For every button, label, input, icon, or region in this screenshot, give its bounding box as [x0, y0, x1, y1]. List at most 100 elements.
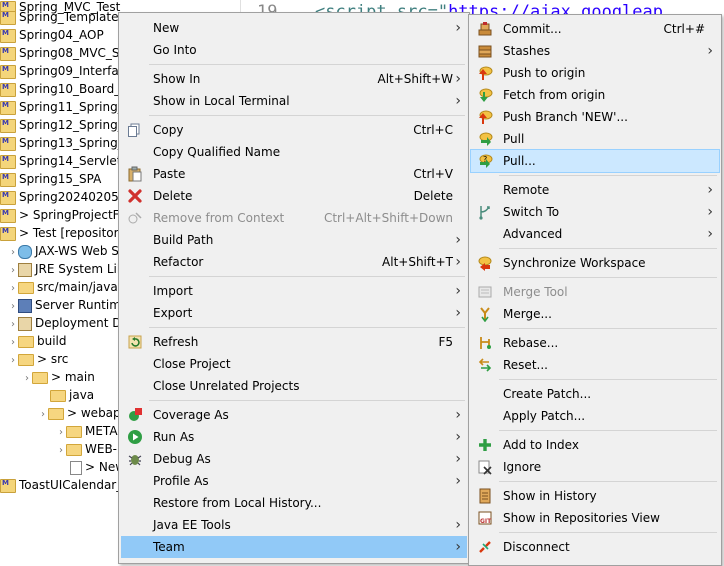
menu-item-label: Rebase...: [503, 336, 559, 350]
tree-item-spring11-spring[interactable]: Spring11_Spring_: [0, 98, 124, 116]
tree-item-jre-system-lib[interactable]: › JRE System Lib: [8, 260, 124, 278]
tree-item-spring04-aop[interactable]: Spring04_AOP: [0, 26, 104, 44]
menu-item-import[interactable]: Import ›: [121, 280, 467, 302]
menu-item-stashes[interactable]: Stashes ›: [471, 40, 719, 62]
menu-item-show-in-local-terminal[interactable]: Show in Local Terminal ›: [121, 90, 467, 112]
tree-item-server-runtime[interactable]: › Server Runtime: [8, 296, 128, 314]
menu-item-fetch-from-origin[interactable]: Fetch from origin: [471, 84, 719, 106]
menu-item-merge[interactable]: Merge...: [471, 303, 719, 325]
menu-item-rebase[interactable]: Rebase...: [471, 332, 719, 354]
tree-item-spring15-spa[interactable]: Spring15_SPA: [0, 170, 101, 188]
menu-item-synchronize-workspace[interactable]: Synchronize Workspace: [471, 252, 719, 274]
tree-item-meta[interactable]: › META: [56, 422, 118, 440]
tree-item-springprojectfo[interactable]: > SpringProjectFo: [0, 206, 126, 224]
repositories-icon: GIT: [477, 510, 493, 526]
menu-item-advanced[interactable]: Advanced ›: [471, 223, 719, 245]
menu-item-go-into[interactable]: Go Into: [121, 39, 467, 61]
shortcut-label: Ctrl+#: [663, 22, 705, 36]
menu-item-close-unrelated-projects[interactable]: Close Unrelated Projects: [121, 375, 467, 397]
tree-item-spring12-spring[interactable]: Spring12_Spring_: [0, 116, 124, 134]
menu-item-commit[interactable]: Commit... Ctrl+#: [471, 18, 719, 40]
menu-item-run-as[interactable]: Run As ›: [121, 426, 467, 448]
menu-item-label: Build Path: [153, 233, 214, 247]
shortcut-label: Delete: [413, 189, 453, 203]
pull-dialog-icon: ?: [477, 153, 493, 169]
add-to-index-icon: [477, 437, 493, 453]
menu-item-profile-as[interactable]: Profile As ›: [121, 470, 467, 492]
expand-toggle-icon[interactable]: ›: [22, 370, 32, 388]
tree-item-label: Deployment De: [35, 316, 129, 330]
menu-item-reset[interactable]: Reset...: [471, 354, 719, 376]
menu-item-remote[interactable]: Remote ›: [471, 179, 719, 201]
tree-item-spring10-board-u[interactable]: Spring10_Board_U: [0, 80, 129, 98]
menu-item-new[interactable]: New ›: [121, 17, 467, 39]
submenu-arrow-icon: ›: [455, 451, 461, 467]
tree-item-label: Spring12_Spring_: [19, 118, 124, 132]
menu-item-refresh[interactable]: Refresh F5: [121, 331, 467, 353]
tree-item-label: Spring08_MVC_St: [19, 46, 125, 60]
submenu-arrow-icon: ›: [455, 305, 461, 321]
tree-item-new[interactable]: > New: [70, 458, 125, 476]
tree-item-spring09-interface[interactable]: Spring09_Interface: [0, 62, 133, 80]
deployment-icon: [18, 316, 32, 331]
menu-item-create-patch[interactable]: Create Patch...: [471, 383, 719, 405]
expand-toggle-icon[interactable]: ›: [38, 406, 48, 424]
tree-item-toastuicalendar-t[interactable]: ToastUICalendar_T: [0, 476, 130, 494]
tree-item-spring08-mvc-st[interactable]: Spring08_MVC_St: [0, 44, 124, 62]
tree-item-spring-template[interactable]: Spring_Template: [0, 8, 118, 26]
delete-icon: [127, 188, 143, 204]
menu-item-pull[interactable]: ? Pull...: [470, 149, 720, 173]
debug-icon: [127, 451, 143, 467]
menu-item-build-path[interactable]: Build Path ›: [121, 229, 467, 251]
menu-item-add-to-index[interactable]: Add to Index: [471, 434, 719, 456]
tree-item-spring14-servlet[interactable]: Spring14_Servlet_: [0, 152, 127, 170]
menu-item-label: Reset...: [503, 358, 548, 372]
submenu-arrow-icon: ›: [455, 283, 461, 299]
tree-item-jax-ws-web-s[interactable]: › JAX-WS Web S: [8, 242, 119, 260]
menu-item-coverage-as[interactable]: Coverage As ›: [121, 404, 467, 426]
expand-toggle-icon[interactable]: ›: [8, 352, 18, 370]
menu-item-label: Push Branch 'NEW'...: [503, 110, 628, 124]
menu-item-restore-from-local-history[interactable]: Restore from Local History...: [121, 492, 467, 514]
push-branch-icon: [477, 109, 493, 125]
menu-item-disconnect[interactable]: Disconnect: [471, 536, 719, 558]
menu-item-switch-to[interactable]: Switch To ›: [471, 201, 719, 223]
menu-item-label: Create Patch...: [503, 387, 592, 401]
menu-item-pull[interactable]: Pull: [471, 128, 719, 150]
tree-item-java[interactable]: java: [50, 386, 94, 404]
tree-item-test-repository[interactable]: > Test [repository: [0, 224, 126, 242]
menu-item-close-project[interactable]: Close Project: [121, 353, 467, 375]
tree-item-webap[interactable]: › > webap: [38, 404, 121, 422]
tree-item-build[interactable]: › build: [8, 332, 67, 350]
menu-item-label: Close Project: [153, 357, 231, 371]
menu-item-push-to-origin[interactable]: Push to origin: [471, 62, 719, 84]
tree-item-src[interactable]: › > src: [8, 350, 68, 368]
submenu-arrow-icon: ›: [707, 204, 713, 220]
menu-item-ignore[interactable]: Ignore: [471, 456, 719, 478]
tree-item-spring20240205[interactable]: Spring20240205_: [0, 188, 125, 206]
submenu-arrow-icon: ›: [455, 20, 461, 36]
menu-item-debug-as[interactable]: Debug As ›: [121, 448, 467, 470]
menu-item-label: Restore from Local History...: [153, 496, 322, 510]
menu-item-push-branch-new[interactable]: Push Branch 'NEW'...: [471, 106, 719, 128]
menu-item-team[interactable]: Team ›: [121, 536, 467, 558]
menu-item-refactor[interactable]: Refactor Alt+Shift+T ›: [121, 251, 467, 273]
tree-item-main[interactable]: › > main: [22, 368, 95, 386]
tree-item-src-main-java[interactable]: › src/main/java: [8, 278, 118, 296]
menu-item-copy[interactable]: Copy Ctrl+C: [121, 119, 467, 141]
menu-item-show-in[interactable]: Show In Alt+Shift+W ›: [121, 68, 467, 90]
menu-item-apply-patch[interactable]: Apply Patch...: [471, 405, 719, 427]
menu-item-delete[interactable]: Delete Delete: [121, 185, 467, 207]
folder-icon: [50, 389, 66, 402]
tree-item-deployment-de[interactable]: › Deployment De: [8, 314, 129, 332]
maven-project-icon: [0, 28, 16, 43]
tree-item-spring13-spring[interactable]: Spring13_Spring_: [0, 134, 124, 152]
menu-item-paste[interactable]: Paste Ctrl+V: [121, 163, 467, 185]
tree-item-web-i[interactable]: › WEB-I: [56, 440, 121, 458]
menu-item-show-in-history[interactable]: Show in History: [471, 485, 719, 507]
menu-item-copy-qualified-name[interactable]: Copy Qualified Name: [121, 141, 467, 163]
menu-item-export[interactable]: Export ›: [121, 302, 467, 324]
menu-item-show-in-repositories-view[interactable]: GIT Show in Repositories View: [471, 507, 719, 529]
expand-toggle-icon[interactable]: ›: [56, 442, 66, 460]
menu-item-java-ee-tools[interactable]: Java EE Tools ›: [121, 514, 467, 536]
